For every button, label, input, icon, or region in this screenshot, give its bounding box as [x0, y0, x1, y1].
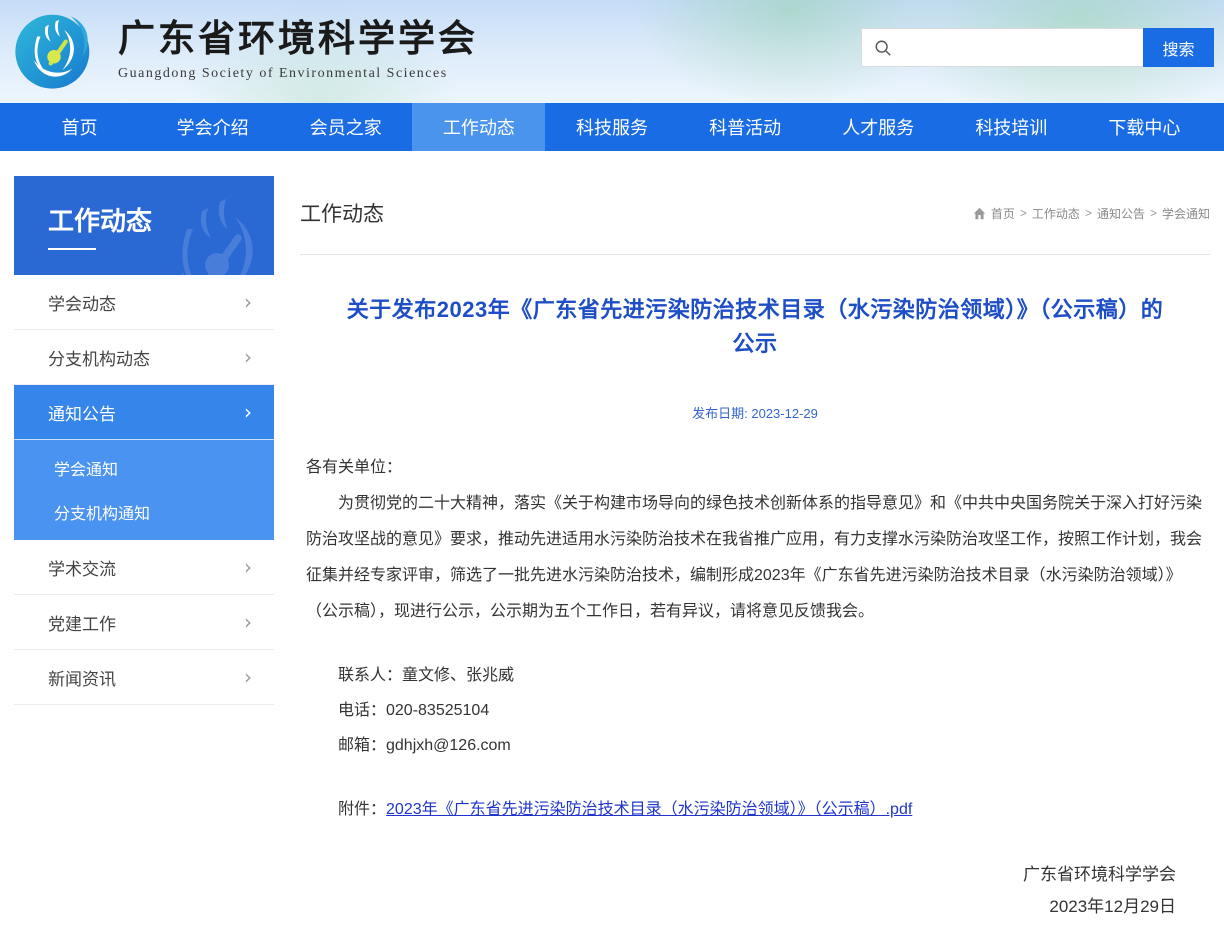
nav-item-talent-service[interactable]: 人才服务	[812, 103, 945, 151]
sidebar-item-label: 新闻资讯	[48, 665, 116, 690]
breadcrumb-society-notice[interactable]: 学会通知	[1162, 205, 1210, 222]
sidebar-item-label: 分支机构动态	[48, 345, 150, 370]
chevron-right-icon: ›	[244, 667, 252, 687]
signature-org: 广东省环境科学学会	[306, 859, 1176, 891]
contact-phone: 电话：020-83525104	[306, 693, 1204, 728]
attachment-row: 附件：2023年《广东省先进污染防治技术目录（水污染防治领域）》（公示稿）.pd…	[306, 795, 1204, 819]
org-name-english: Guangdong Society of Environmental Scien…	[118, 66, 478, 82]
contact-person: 联系人：童文修、张兆威	[306, 658, 1204, 693]
chevron-right-icon: ›	[244, 557, 252, 577]
signature-date: 2023年12月29日	[306, 891, 1176, 923]
attachment-pdf-link[interactable]: 2023年《广东省先进污染防治技术目录（水污染防治领域）》（公示稿）.pdf	[386, 801, 912, 818]
search-box	[861, 28, 1143, 67]
search-area: 搜索	[861, 28, 1214, 67]
signature-block: 广东省环境科学学会 2023年12月29日	[306, 859, 1204, 923]
search-button[interactable]: 搜索	[1143, 28, 1214, 67]
sidebar-item-society-news[interactable]: 学会动态 ›	[14, 275, 274, 330]
sidebar-item-party-building[interactable]: 党建工作 ›	[14, 595, 274, 650]
breadcrumb: 首页 > 工作动态 > 通知公告 > 学会通知	[973, 205, 1210, 222]
nav-item-home[interactable]: 首页	[13, 103, 146, 151]
attachment-label: 附件：	[338, 801, 386, 818]
sidebar-item-notices[interactable]: 通知公告 ›	[14, 385, 274, 440]
breadcrumb-separator: >	[1020, 206, 1027, 220]
org-name: 广东省环境科学学会	[118, 18, 478, 62]
sidebar-item-label: 党建工作	[48, 610, 116, 635]
chevron-right-icon: ›	[244, 347, 252, 367]
article-title: 关于发布2023年《广东省先进污染防治技术目录（水污染防治领域）》（公示稿）的公…	[306, 293, 1204, 361]
sidebar-item-news-info[interactable]: 新闻资讯 ›	[14, 650, 274, 705]
nav-item-tech-training[interactable]: 科技培训	[945, 103, 1078, 151]
page-body: 工作动态 学会动态 › 分支机构动态 › 通知公告 › 学会通知 分支机构通知 …	[0, 151, 1224, 923]
sidebar: 工作动态 学会动态 › 分支机构动态 › 通知公告 › 学会通知 分支机构通知 …	[14, 176, 274, 705]
sidebar-title: 工作动态	[48, 201, 152, 250]
sidebar-item-label: 学会动态	[48, 290, 116, 315]
sidebar-item-academic-exchange[interactable]: 学术交流 ›	[14, 540, 274, 595]
breadcrumb-work-news[interactable]: 工作动态	[1032, 205, 1080, 222]
main-nav: 首页 学会介绍 会员之家 工作动态 科技服务 科普活动 人才服务 科技培训 下载…	[0, 103, 1224, 151]
sidebar-submenu: 学会通知 分支机构通知	[14, 440, 274, 540]
page-title: 工作动态	[300, 198, 384, 228]
nav-item-tech-service[interactable]: 科技服务	[545, 103, 678, 151]
chevron-right-icon: ›	[244, 402, 252, 422]
main-content: 工作动态 首页 > 工作动态 > 通知公告 > 学会通知 关于发布2023年《广…	[300, 176, 1210, 923]
sidebar-header: 工作动态	[14, 176, 274, 275]
breadcrumb-separator: >	[1085, 206, 1092, 220]
article-body: 各有关单位： 为贯彻党的二十大精神，落实《关于构建市场导向的绿色技术创新体系的指…	[306, 450, 1204, 630]
main-header: 工作动态 首页 > 工作动态 > 通知公告 > 学会通知	[300, 176, 1210, 255]
breadcrumb-separator: >	[1150, 206, 1157, 220]
article-paragraph: 为贯彻党的二十大精神，落实《关于构建市场导向的绿色技术创新体系的指导意见》和《中…	[306, 486, 1204, 630]
contact-block: 联系人：童文修、张兆威 电话：020-83525104 邮箱：gdhjxh@12…	[306, 658, 1204, 763]
publish-date: 发布日期: 2023-12-29	[306, 403, 1204, 422]
article: 关于发布2023年《广东省先进污染防治技术目录（水污染防治领域）》（公示稿）的公…	[300, 255, 1210, 923]
search-input[interactable]	[900, 29, 1143, 66]
chevron-right-icon: ›	[244, 612, 252, 632]
nav-item-science-activity[interactable]: 科普活动	[679, 103, 812, 151]
sidebar-subitem-branch-notice[interactable]: 分支机构通知	[14, 490, 274, 534]
society-logo-icon	[12, 7, 96, 93]
chevron-right-icon: ›	[244, 292, 252, 312]
breadcrumb-notices[interactable]: 通知公告	[1097, 205, 1145, 222]
logo-watermark-icon	[142, 178, 274, 275]
home-icon	[973, 207, 986, 220]
search-icon	[874, 39, 892, 57]
breadcrumb-home[interactable]: 首页	[991, 205, 1015, 222]
brand: 广东省环境科学学会 Guangdong Society of Environme…	[12, 7, 478, 93]
sidebar-item-branch-news[interactable]: 分支机构动态 ›	[14, 330, 274, 385]
nav-item-about[interactable]: 学会介绍	[146, 103, 279, 151]
nav-item-members[interactable]: 会员之家	[279, 103, 412, 151]
sidebar-item-label: 学术交流	[48, 555, 116, 580]
sidebar-item-label: 通知公告	[48, 400, 116, 425]
contact-email: 邮箱：gdhjxh@126.com	[306, 728, 1204, 763]
nav-item-download-center[interactable]: 下载中心	[1078, 103, 1211, 151]
nav-item-work-news[interactable]: 工作动态	[412, 103, 545, 151]
brand-text: 广东省环境科学学会 Guangdong Society of Environme…	[118, 18, 478, 81]
sidebar-subitem-society-notice[interactable]: 学会通知	[14, 446, 274, 490]
site-header: 广东省环境科学学会 Guangdong Society of Environme…	[0, 0, 1224, 103]
salutation: 各有关单位：	[306, 450, 1204, 486]
